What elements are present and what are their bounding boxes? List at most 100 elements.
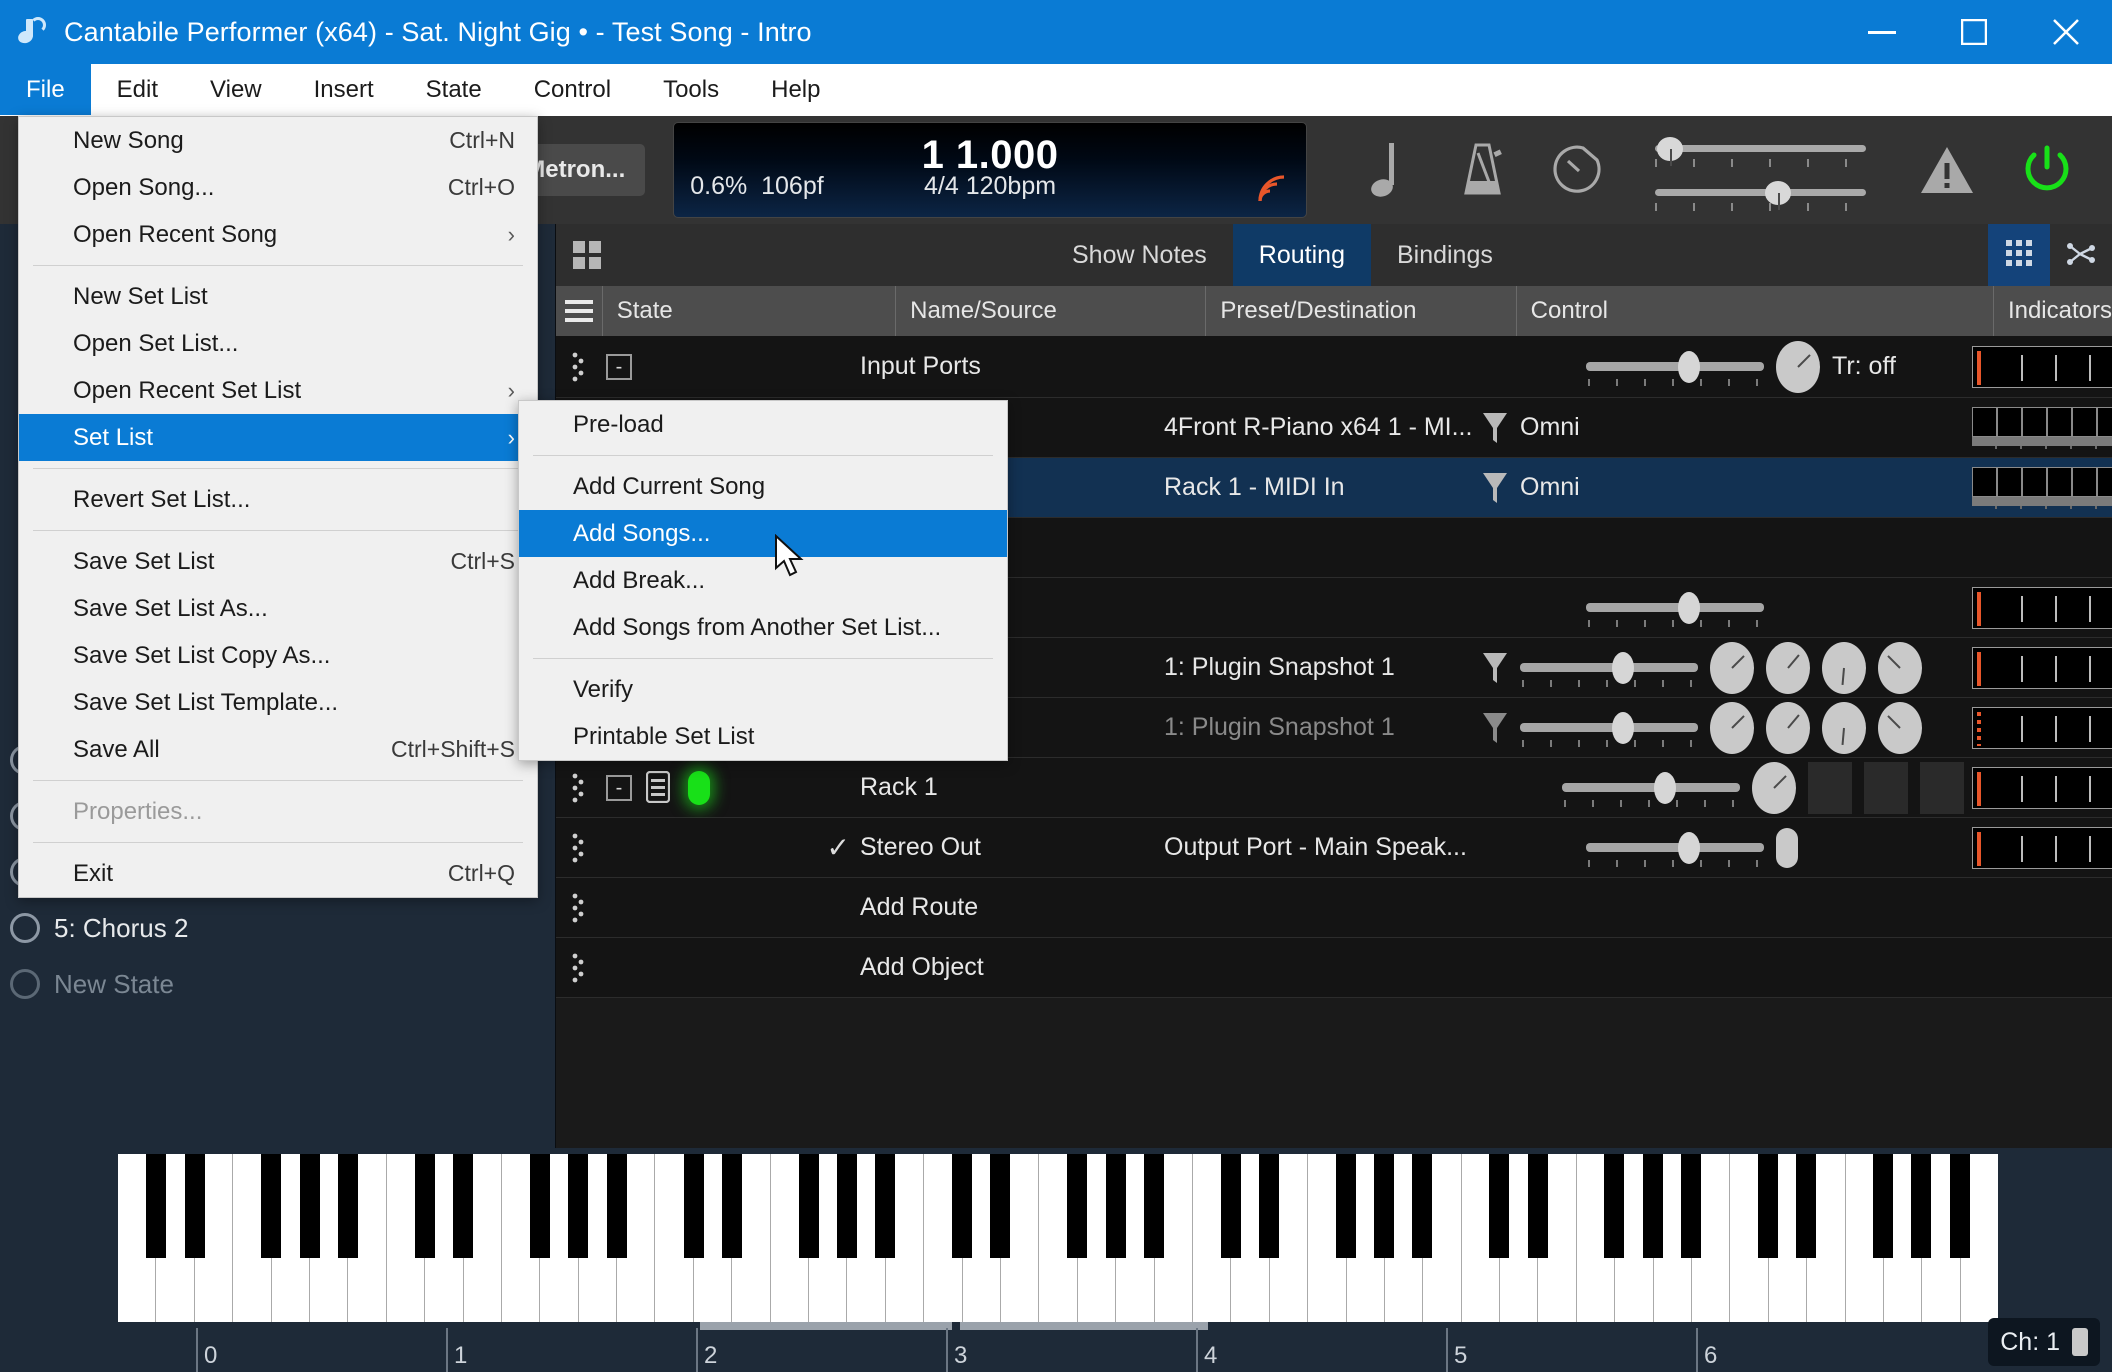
state-item-new-state[interactable]: New State (0, 956, 556, 1012)
gain-slider[interactable] (1520, 650, 1698, 687)
submenu-item-add-songs[interactable]: Add Songs... (519, 510, 1007, 557)
knob-slot-empty[interactable] (1920, 761, 1964, 814)
midi-filter-icon[interactable] (1482, 651, 1508, 685)
black-key[interactable] (299, 1154, 320, 1258)
tab-routing[interactable]: Routing (1232, 224, 1371, 286)
black-key[interactable] (1374, 1154, 1395, 1258)
knob-4[interactable] (1878, 641, 1922, 694)
pan-knob[interactable] (1752, 761, 1796, 814)
menu-item-set-list[interactable]: Set List › (19, 414, 537, 461)
drag-handle-icon[interactable] (556, 352, 600, 382)
black-key[interactable] (1259, 1154, 1280, 1258)
metronome-icon[interactable] (1455, 139, 1511, 201)
knob-2[interactable] (1766, 641, 1810, 694)
grid-icon[interactable] (556, 224, 618, 286)
menu-file[interactable]: File (0, 64, 91, 115)
black-key[interactable] (1335, 1154, 1356, 1258)
state-item-chorus-2[interactable]: 5: Chorus 2 (0, 900, 556, 956)
gain-slider[interactable] (1562, 770, 1740, 807)
pan-knob[interactable] (1776, 340, 1820, 393)
rack-active-led-icon[interactable] (688, 770, 710, 805)
drag-handle-icon[interactable] (556, 833, 600, 863)
enabled-check-icon[interactable]: ✓ (827, 831, 850, 864)
col-state[interactable]: State (601, 286, 895, 336)
menu-item-open-set-list[interactable]: Open Set List... (19, 320, 537, 367)
drag-handle-icon[interactable] (556, 773, 600, 803)
master-gain-slider[interactable] (1654, 177, 1867, 211)
black-key[interactable] (1911, 1154, 1932, 1258)
routing-graph-icon[interactable] (2050, 224, 2112, 286)
menu-edit[interactable]: Edit (91, 64, 184, 115)
menu-item-save-set-list[interactable]: Save Set List Ctrl+S (19, 538, 537, 585)
knob-1[interactable] (1710, 701, 1754, 754)
menu-control[interactable]: Control (508, 64, 637, 115)
black-key[interactable] (414, 1154, 435, 1258)
black-key[interactable] (146, 1154, 167, 1258)
keyboard-scroll-thumb[interactable] (960, 1322, 1208, 1330)
black-key[interactable] (1412, 1154, 1433, 1258)
black-key[interactable] (798, 1154, 819, 1258)
midi-filter-icon[interactable] (1482, 411, 1508, 445)
gain-slider[interactable] (1586, 590, 1764, 627)
submenu-item-verify[interactable]: Verify (519, 666, 1007, 713)
warning-icon[interactable] (1918, 141, 1976, 199)
black-key[interactable] (1105, 1154, 1126, 1258)
table-row[interactable]: Add Route (556, 878, 2112, 938)
black-key[interactable] (1527, 1154, 1548, 1258)
black-key[interactable] (338, 1154, 359, 1258)
col-control[interactable]: Control (1515, 286, 1993, 336)
submenu-item-add-break[interactable]: Add Break... (519, 557, 1007, 604)
knob-2[interactable] (1766, 701, 1810, 754)
midi-channel-selector[interactable]: Ch: 1 (1988, 1318, 2100, 1366)
add-route-button[interactable]: Add Route (850, 893, 1162, 922)
menu-tools[interactable]: Tools (637, 64, 745, 115)
power-icon[interactable] (2016, 139, 2078, 201)
black-key[interactable] (1949, 1154, 1970, 1258)
menu-item-new-song[interactable]: New Song Ctrl+N (19, 117, 537, 164)
menu-item-open-recent-song[interactable]: Open Recent Song › (19, 211, 537, 258)
set-list-submenu[interactable]: Pre-load Add Current Song Add Songs... A… (518, 400, 1008, 761)
tab-show-notes[interactable]: Show Notes (1046, 224, 1233, 286)
col-name-source[interactable]: Name/Source (895, 286, 1205, 336)
menu-item-open-recent-set-list[interactable]: Open Recent Set List › (19, 367, 537, 414)
midi-filter-icon[interactable] (1482, 711, 1508, 745)
knob-1[interactable] (1710, 641, 1754, 694)
gain-slider[interactable] (1520, 710, 1698, 747)
black-key[interactable] (261, 1154, 282, 1258)
black-key[interactable] (530, 1154, 551, 1258)
black-key[interactable] (1757, 1154, 1778, 1258)
collapse-icon[interactable]: - (606, 353, 632, 380)
menu-item-save-all[interactable]: Save All Ctrl+Shift+S (19, 726, 537, 773)
tab-bindings[interactable]: Bindings (1371, 224, 1519, 286)
mute-button[interactable] (1776, 827, 1798, 868)
timer-icon[interactable] (1551, 139, 1607, 201)
menu-item-new-set-list[interactable]: New Set List (19, 273, 537, 320)
column-options-icon[interactable] (556, 286, 602, 336)
menu-item-save-set-list-as[interactable]: Save Set List As... (19, 585, 537, 632)
menu-item-exit[interactable]: Exit Ctrl+Q (19, 850, 537, 897)
black-key[interactable] (1489, 1154, 1510, 1258)
drag-handle-icon[interactable] (556, 893, 600, 923)
table-row[interactable]: - Input Ports Tr: off (556, 336, 2112, 398)
black-key[interactable] (1143, 1154, 1164, 1258)
keyboard-scroll-thumb[interactable] (700, 1322, 952, 1330)
submenu-item-printable-set-list[interactable]: Printable Set List (519, 713, 1007, 760)
submenu-item-add-current-song[interactable]: Add Current Song (519, 463, 1007, 510)
black-key[interactable] (683, 1154, 704, 1258)
black-key[interactable] (836, 1154, 857, 1258)
file-menu[interactable]: New Song Ctrl+N Open Song... Ctrl+O Open… (18, 116, 538, 898)
black-key[interactable] (990, 1154, 1011, 1258)
knob-slot-empty[interactable] (1864, 761, 1908, 814)
menu-state[interactable]: State (400, 64, 508, 115)
drag-handle-icon[interactable] (556, 953, 600, 983)
transport-display[interactable]: 1 1.000 0.6% 106pf 4/4 120bpm (673, 122, 1307, 218)
menu-item-save-set-list-copy-as[interactable]: Save Set List Copy As... (19, 632, 537, 679)
submenu-item-pre-load[interactable]: Pre-load (519, 401, 1007, 448)
minimize-button[interactable] (1836, 0, 1928, 64)
add-object-button[interactable]: Add Object (850, 953, 1162, 982)
black-key[interactable] (1220, 1154, 1241, 1258)
close-button[interactable] (2020, 0, 2112, 64)
gain-slider[interactable] (1586, 349, 1764, 386)
collapse-icon[interactable]: - (606, 774, 632, 801)
black-key[interactable] (721, 1154, 742, 1258)
